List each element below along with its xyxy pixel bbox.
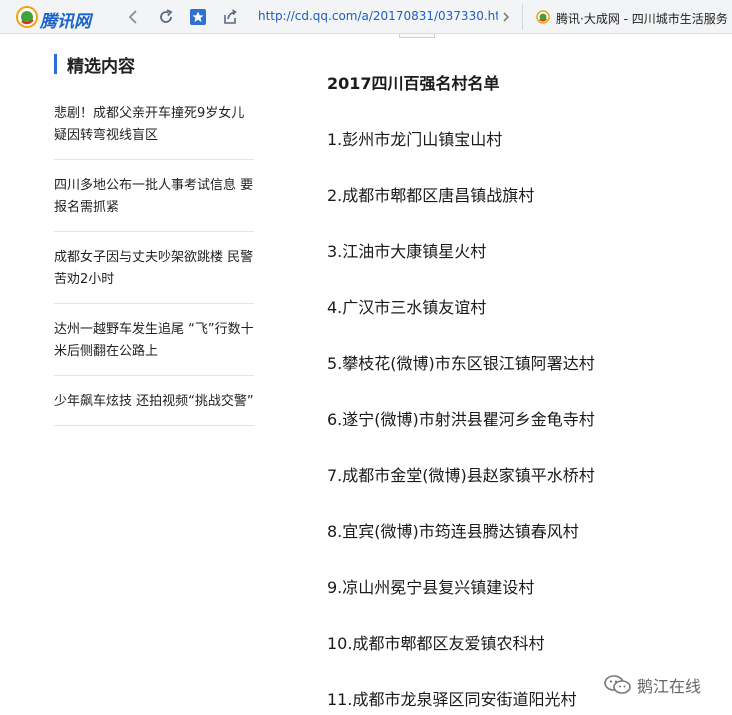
tab-title: 腾讯·大成网 - 四川城市生活服务 [556, 12, 728, 26]
village-entry: 2.成都市郫都区唐昌镇战旗村 [327, 186, 535, 205]
sidebar-title: 精选内容 [67, 57, 135, 77]
qq-logo-icon [16, 6, 38, 28]
logo-text: 腾讯网 [40, 12, 91, 32]
village-entry: 6.遂宁(微博)市射洪县瞿河乡金龟寺村 [327, 410, 595, 429]
list-item[interactable]: 成都女子因与丈夫吵架欲跳楼 民警苦劝2小时 [54, 232, 254, 304]
list-item[interactable]: 少年飙车炫技 还拍视频“挑战交警” [54, 376, 254, 426]
village-entry: 1.彭州市龙门山镇宝山村 [327, 130, 503, 149]
watermark-text: 鹅江在线 [637, 677, 702, 696]
list-item[interactable]: 悲剧！成都父亲开车撞死9岁女儿 疑因转弯视线盲区 [54, 88, 254, 160]
qq-favicon-icon [536, 10, 550, 24]
village-entry: 9.凉山州冕宁县复兴镇建设村 [327, 578, 535, 597]
featured-link[interactable]: 达州一越野车发生追尾 “飞”行数十米后侧翻在公路上 [54, 319, 254, 363]
back-icon[interactable] [124, 7, 144, 27]
wechat-icon [604, 675, 631, 694]
featured-link[interactable]: 悲剧！成都父亲开车撞死9岁女儿 疑因转弯视线盲区 [54, 103, 254, 147]
address-bar[interactable]: http://cd.qq.com/a/20170831/037330.htm [258, 9, 498, 25]
featured-link[interactable]: 四川多地公布一批人事考试信息 要报名需抓紧 [54, 175, 254, 219]
village-entry: 3.江油市大康镇星火村 [327, 242, 487, 261]
tab-dachengwang[interactable]: 腾讯·大成网 - 四川城市生活服务 [528, 3, 732, 31]
chevron-right-icon[interactable] [500, 8, 512, 26]
village-entry: 4.广汉市三水镇友谊村 [327, 298, 487, 317]
favorite-icon[interactable] [188, 7, 208, 27]
village-entry: 5.攀枝花(微博)市东区银江镇阿署达村 [327, 354, 595, 373]
village-entry: 10.成都市郫都区友爱镇农科村 [327, 634, 545, 653]
sidebar-accent-bar [54, 54, 57, 74]
scroll-handle [399, 34, 435, 38]
share-icon[interactable] [220, 7, 240, 27]
village-entry: 11.成都市龙泉驿区同安街道阳光村 [327, 690, 577, 709]
village-entry: 8.宜宾(微博)市筠连县腾达镇春风村 [327, 522, 579, 541]
browser-toolbar: 腾讯网 http://cd.qq.com/a/20170831/037330.h… [0, 0, 732, 34]
list-item[interactable]: 达州一越野车发生追尾 “飞”行数十米后侧翻在公路上 [54, 304, 254, 376]
featured-sidebar: 精选内容 悲剧！成都父亲开车撞死9岁女儿 疑因转弯视线盲区 四川多地公布一批人事… [54, 50, 254, 426]
featured-link[interactable]: 少年飙车炫技 还拍视频“挑战交警” [54, 391, 254, 413]
featured-link[interactable]: 成都女子因与丈夫吵架欲跳楼 民警苦劝2小时 [54, 247, 254, 291]
tab-divider [522, 4, 523, 30]
qq-logo[interactable]: 腾讯网 [16, 6, 112, 32]
reload-icon[interactable] [156, 7, 176, 27]
village-entry: 7.成都市金堂(微博)县赵家镇平水桥村 [327, 466, 595, 485]
sidebar-header: 精选内容 [54, 50, 254, 80]
list-item[interactable]: 四川多地公布一批人事考试信息 要报名需抓紧 [54, 160, 254, 232]
article-title: 2017四川百强名村名单 [327, 74, 500, 93]
wechat-watermark: 鹅江在线 [603, 672, 713, 696]
featured-list: 悲剧！成都父亲开车撞死9岁女儿 疑因转弯视线盲区 四川多地公布一批人事考试信息 … [54, 88, 254, 426]
